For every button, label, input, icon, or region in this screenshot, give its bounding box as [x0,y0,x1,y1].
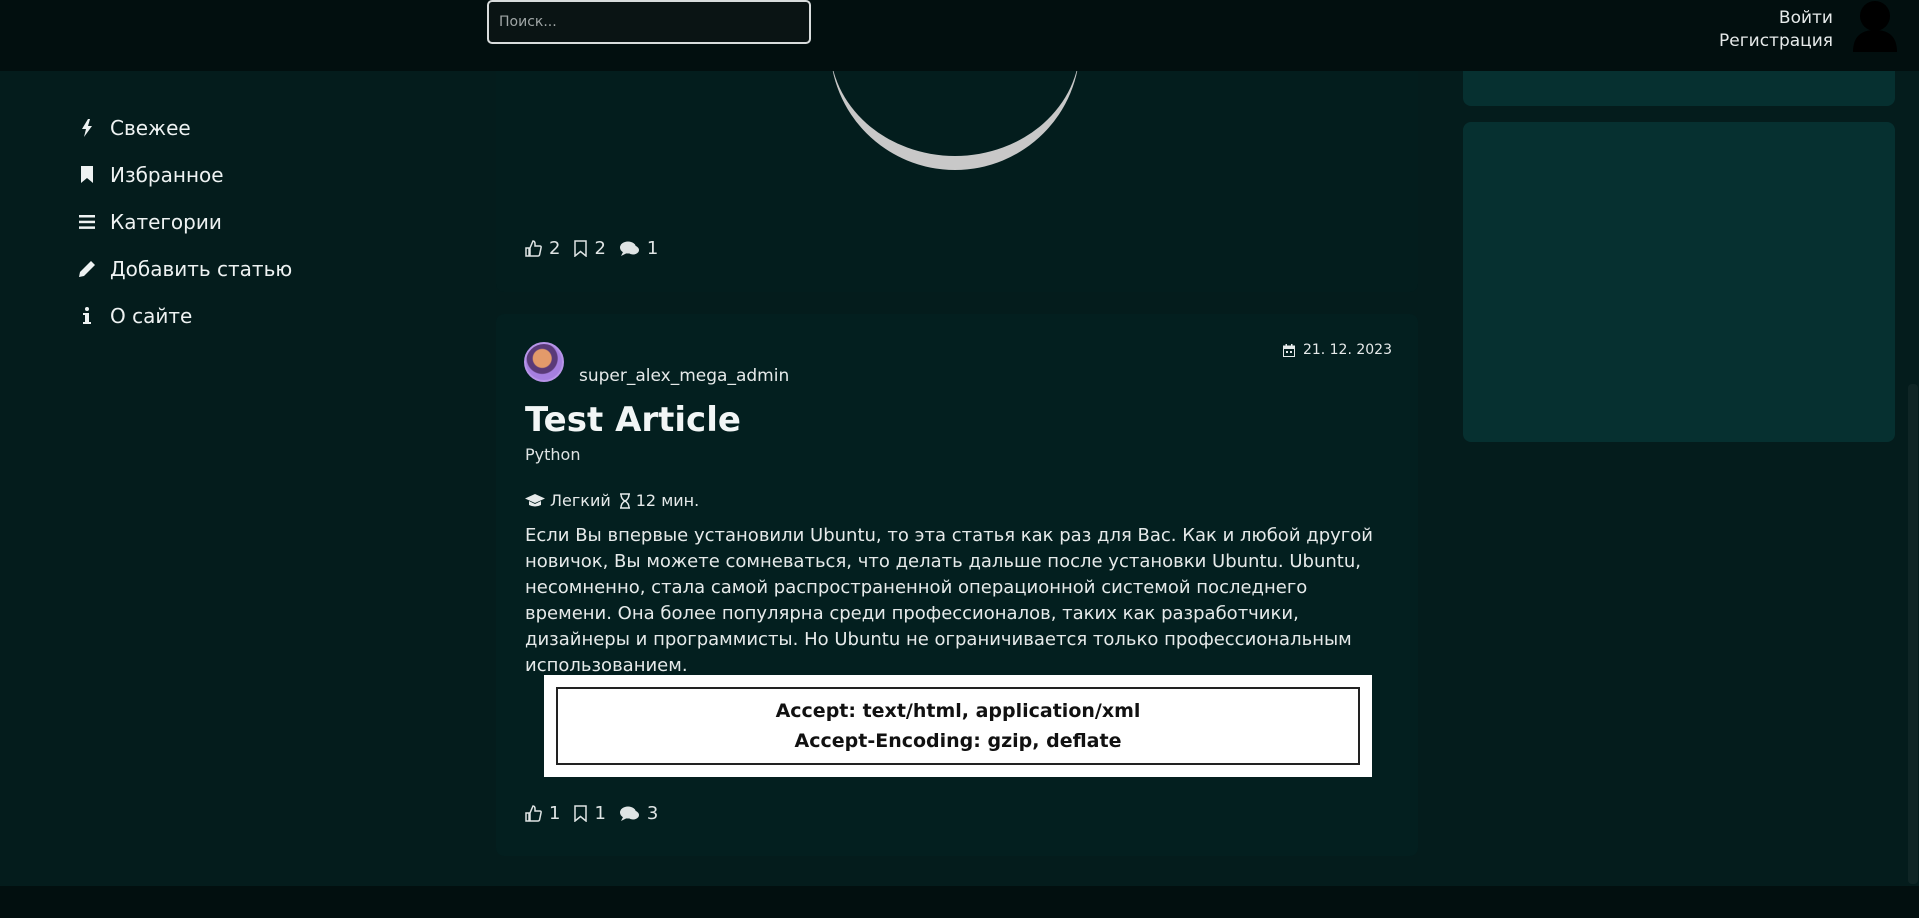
info-icon [78,307,96,325]
sidebar-widget [1463,122,1895,442]
article-image: Accept: text/html, application/xml Accep… [544,675,1372,777]
sidebar-item-fresh[interactable]: Свежее [78,104,292,151]
thumbs-up-icon [525,805,542,822]
comments-icon [619,806,639,821]
article-card: 2 2 1 [496,60,1418,292]
footer [0,886,1919,918]
bolt-icon [78,118,96,137]
article-stats: 2 2 1 [525,238,672,259]
bookmark-button[interactable]: 2 [574,238,606,259]
article-card: super_alex_mega_admin 21. 12. 2023 Test … [496,314,1418,856]
comments-button[interactable]: 3 [619,803,658,824]
like-button[interactable]: 2 [525,238,560,259]
thumbs-up-icon [525,240,542,257]
calendar-icon [1282,343,1295,357]
article-date: 21. 12. 2023 [1282,342,1392,358]
article-image [830,60,1080,170]
sidebar-item-add-article[interactable]: Добавить статью [78,245,292,292]
bookmark-button[interactable]: 1 [574,803,606,824]
sidebar-item-label: Добавить статью [110,256,293,281]
article-title[interactable]: Test Article [525,400,741,440]
sidebar-nav: Свежее Избранное Категории Добавить стат… [78,104,292,339]
difficulty: Легкий [525,491,611,510]
hourglass-icon [619,492,630,509]
sidebar-item-label: Избранное [110,162,224,187]
sidebar-item-label: Свежее [110,115,191,140]
bookmark-outline-icon [574,805,588,822]
top-header: Войти Регистрация [0,0,1919,71]
article-excerpt: Если Вы впервые установили Ubuntu, то эт… [525,525,1373,676]
sidebar-item-label: Категории [110,209,222,234]
login-link[interactable]: Войти [1719,7,1833,30]
read-time: 12 мин. [619,491,699,510]
list-icon [78,213,96,231]
code-line: Accept: text/html, application/xml [775,700,1141,722]
sidebar-item-favorites[interactable]: Избранное [78,151,292,198]
article-stats: 1 1 3 [525,803,672,824]
like-button[interactable]: 1 [525,803,560,824]
author-name[interactable]: super_alex_mega_admin [579,366,789,386]
scrollbar[interactable] [1908,384,1918,884]
author-avatar[interactable] [524,342,564,382]
sidebar-item-label: О сайте [110,303,193,328]
auth-links: Войти Регистрация [1719,7,1833,53]
search-input[interactable] [487,0,811,44]
comments-icon [619,241,639,256]
comments-button[interactable]: 1 [619,238,658,259]
graduation-cap-icon [525,493,545,506]
register-link[interactable]: Регистрация [1719,30,1833,53]
article-meta: Легкий 12 мин. [525,491,707,510]
sidebar-item-about[interactable]: О сайте [78,292,292,339]
bookmark-icon [78,166,96,184]
sidebar-item-categories[interactable]: Категории [78,198,292,245]
pencil-icon [78,260,96,278]
article-category[interactable]: Python [525,445,580,464]
bookmark-outline-icon [574,240,588,257]
code-line: Accept-Encoding: gzip, deflate [794,730,1122,752]
user-avatar-icon[interactable] [1851,0,1899,52]
